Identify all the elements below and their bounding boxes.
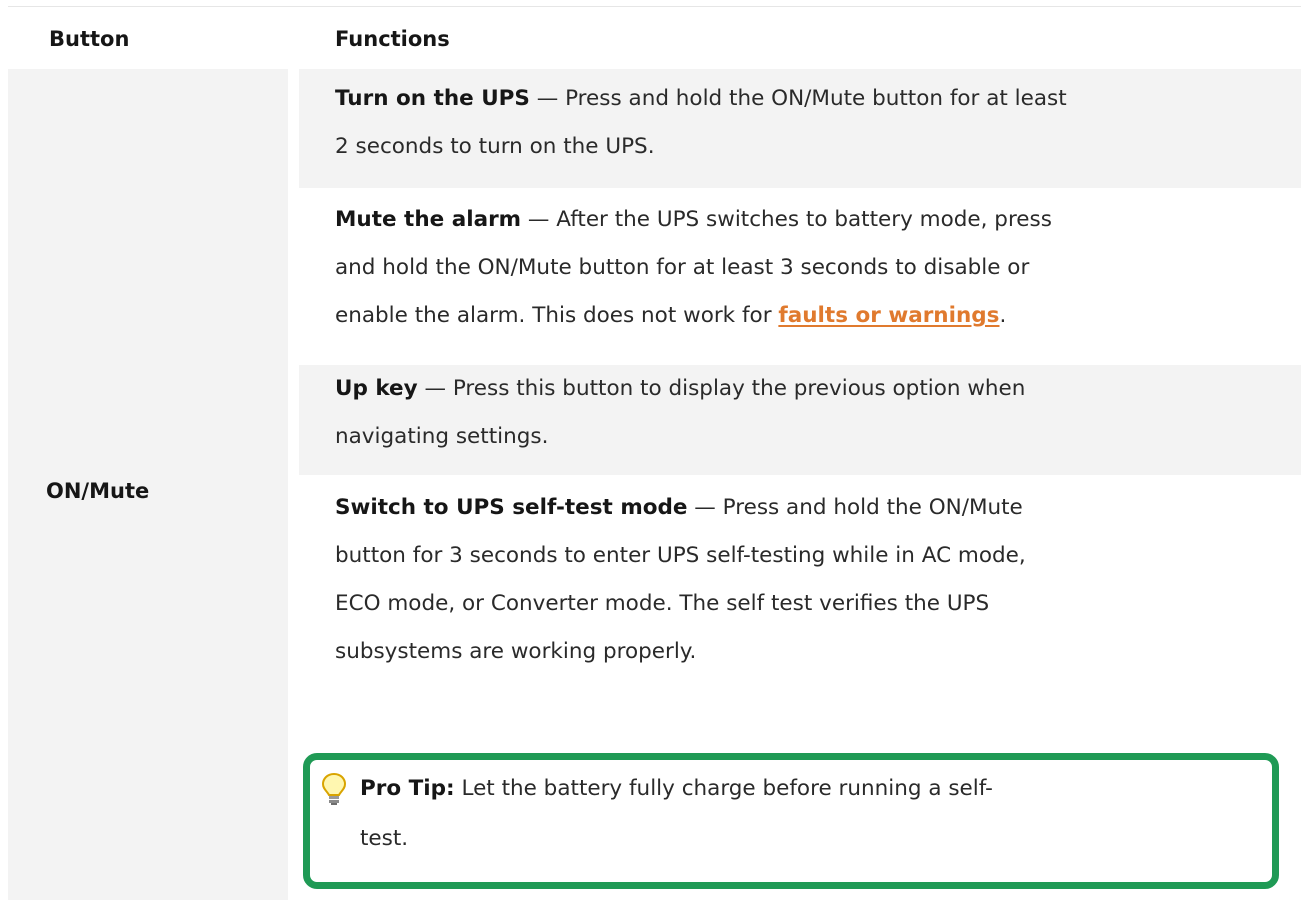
punctuation: . xyxy=(999,303,1007,328)
pro-tip-line: test. xyxy=(360,826,409,851)
function-mute-alarm: Mute the alarm — After the UPS switches … xyxy=(299,194,1301,363)
function-desc-line: navigating settings. xyxy=(335,424,549,449)
function-title: Turn on the UPS xyxy=(335,86,530,111)
function-desc-line: Press and hold the ON/Mute xyxy=(722,495,1023,520)
function-desc-line: enable the alarm. This does not work for xyxy=(335,303,779,328)
function-text: Up key — Press this button to display th… xyxy=(335,365,1025,461)
dash: — xyxy=(529,86,566,111)
dash: — xyxy=(417,376,453,401)
function-text: Switch to UPS self-test mode — Press and… xyxy=(335,484,1026,676)
pro-tip-box: Pro Tip: Let the battery fully charge be… xyxy=(303,753,1279,889)
dash: — xyxy=(687,495,723,520)
function-title: Mute the alarm xyxy=(335,207,522,232)
function-up-key: Up key — Press this button to display th… xyxy=(299,365,1301,475)
function-turn-on: Turn on the UPS — Press and hold the ON/… xyxy=(299,69,1301,188)
function-title: Switch to UPS self-test mode xyxy=(335,495,688,520)
function-text: Turn on the UPS — Press and hold the ON/… xyxy=(335,75,1067,171)
function-desc-line: subsystems are working properly. xyxy=(335,639,697,664)
pro-tip-label: Pro Tip: xyxy=(360,776,455,801)
function-desc-line: Press and hold the ON/Mute button for at… xyxy=(565,86,1067,111)
pro-tip-line: Let the battery fully charge before runn… xyxy=(454,776,993,801)
function-desc-line: After the UPS switches to battery mode, … xyxy=(556,207,1052,232)
function-desc-line: 2 seconds to turn on the UPS. xyxy=(335,134,655,159)
function-desc-line: ECO mode, or Converter mode. The self te… xyxy=(335,591,990,616)
function-desc-line: and hold the ON/Mute button for at least… xyxy=(335,255,1030,280)
function-desc-line: Press this button to display the previou… xyxy=(452,376,1026,401)
dash: — xyxy=(521,207,557,232)
function-desc-line: button for 3 seconds to enter UPS self-t… xyxy=(335,543,1026,568)
function-text: Mute the alarm — After the UPS switches … xyxy=(335,196,1052,340)
faults-warnings-link[interactable]: faults or warnings xyxy=(778,303,999,328)
lightbulb-icon xyxy=(321,772,347,805)
function-title: Up key xyxy=(335,376,418,401)
pro-tip-text: Pro Tip: Let the battery fully charge be… xyxy=(360,764,1240,864)
